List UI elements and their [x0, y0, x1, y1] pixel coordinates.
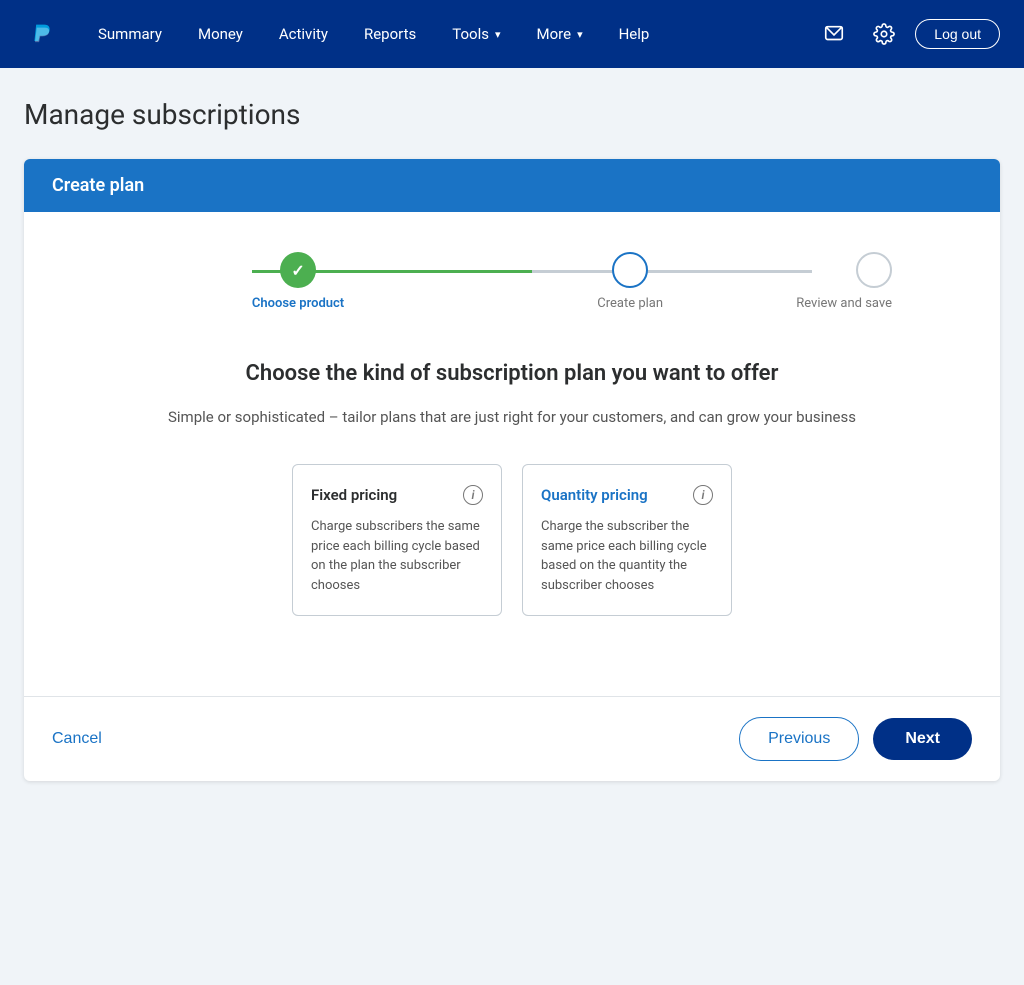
step-2-circle [612, 252, 648, 288]
nav-actions: Log out [815, 15, 1000, 53]
create-plan-card: Create plan ✓ Choose product Create plan [24, 159, 1000, 781]
content-subtitle: Simple or sophisticated – tailor plans t… [92, 406, 932, 429]
pricing-cards-container: Fixed pricing i Charge subscribers the s… [92, 464, 932, 616]
fixed-pricing-header: Fixed pricing i [311, 485, 483, 505]
nav-activity[interactable]: Activity [261, 0, 346, 68]
fixed-pricing-title: Fixed pricing [311, 486, 397, 504]
nav-help[interactable]: Help [601, 0, 668, 68]
navigation: Summary Money Activity Reports Tools▾ Mo… [0, 0, 1024, 68]
nav-summary[interactable]: Summary [80, 0, 180, 68]
page-title: Manage subscriptions [24, 98, 1000, 131]
step-create-plan: Create plan [464, 252, 796, 311]
step-1-label: Choose product [252, 296, 344, 311]
card-footer: Cancel Previous Next [24, 696, 1000, 781]
step-1-circle: ✓ [280, 252, 316, 288]
step-3-label: Review and save [796, 296, 892, 311]
step-review-save: Review and save [796, 252, 892, 311]
footer-actions: Previous Next [739, 717, 972, 761]
step-2-label: Create plan [597, 296, 663, 311]
next-button[interactable]: Next [873, 718, 972, 760]
stepper: ✓ Choose product Create plan Review and … [52, 252, 972, 311]
step-choose-product: ✓ Choose product [132, 252, 464, 311]
nav-money[interactable]: Money [180, 0, 261, 68]
step-3-circle [856, 252, 892, 288]
nav-links: Summary Money Activity Reports Tools▾ Mo… [80, 0, 815, 68]
logout-button[interactable]: Log out [915, 19, 1000, 49]
nav-tools[interactable]: Tools▾ [434, 0, 518, 68]
content-title: Choose the kind of subscription plan you… [92, 359, 932, 390]
card-body: ✓ Choose product Create plan Review and … [24, 212, 1000, 696]
content-section: Choose the kind of subscription plan you… [52, 359, 972, 616]
fixed-pricing-card[interactable]: Fixed pricing i Charge subscribers the s… [292, 464, 502, 616]
quantity-pricing-card[interactable]: Quantity pricing i Charge the subscriber… [522, 464, 732, 616]
quantity-pricing-desc: Charge the subscriber the same price eac… [541, 517, 713, 595]
page-container: Manage subscriptions Create plan ✓ Choos… [0, 68, 1024, 821]
nav-more[interactable]: More▾ [519, 0, 601, 68]
paypal-logo [24, 16, 60, 52]
previous-button[interactable]: Previous [739, 717, 859, 761]
message-icon[interactable] [815, 15, 853, 53]
cancel-button[interactable]: Cancel [52, 730, 102, 748]
quantity-pricing-info-icon[interactable]: i [693, 485, 713, 505]
card-header: Create plan [24, 159, 1000, 212]
quantity-pricing-title: Quantity pricing [541, 486, 648, 504]
fixed-pricing-info-icon[interactable]: i [463, 485, 483, 505]
nav-reports[interactable]: Reports [346, 0, 434, 68]
settings-icon[interactable] [865, 15, 903, 53]
card-header-title: Create plan [52, 175, 144, 196]
quantity-pricing-header: Quantity pricing i [541, 485, 713, 505]
fixed-pricing-desc: Charge subscribers the same price each b… [311, 517, 483, 595]
